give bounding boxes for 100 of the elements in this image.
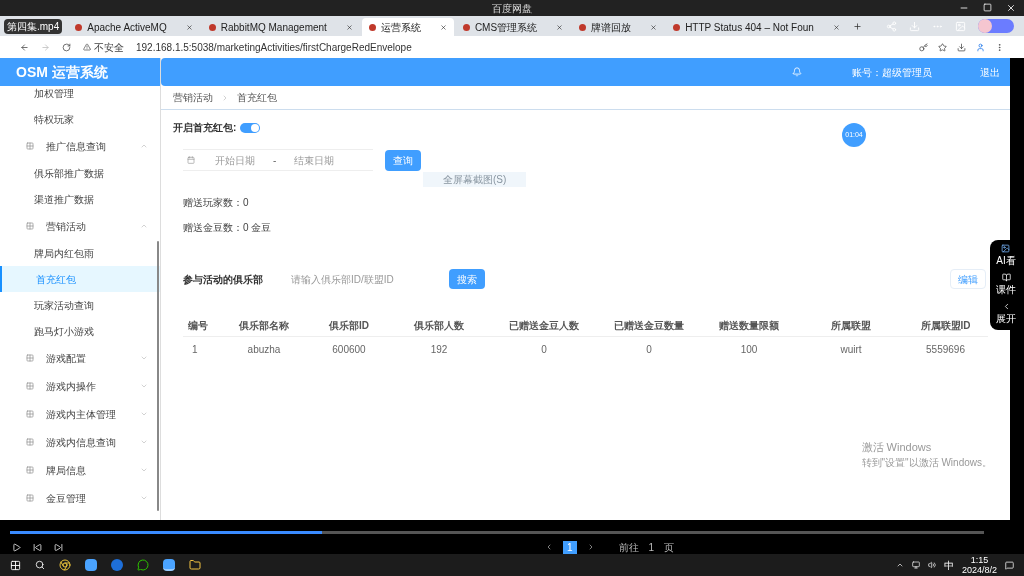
- chevron-icon: [140, 438, 148, 446]
- sidebar-group[interactable]: 游戏内操作: [0, 372, 160, 400]
- tab-close-icon[interactable]: [185, 23, 193, 31]
- notification-icon[interactable]: [1005, 560, 1014, 570]
- stat-text: 赠送玩家数：0: [183, 196, 250, 210]
- tab-close-icon[interactable]: [345, 23, 353, 31]
- browser-icon[interactable]: [59, 559, 71, 571]
- warning-icon: [83, 43, 91, 51]
- clock-date: 2024/8/2: [961, 565, 997, 575]
- previous-page-icon[interactable]: [545, 543, 553, 551]
- table-cell-text: 600600: [331, 342, 367, 357]
- sidebar-item[interactable]: 渠道推广数据: [0, 186, 160, 212]
- side-panel-button[interactable]: 课件: [996, 273, 1016, 297]
- chevron-icon: [140, 354, 148, 362]
- table-cell-text: 5559696: [925, 342, 966, 357]
- grid-icon: [26, 438, 34, 446]
- grid-icon: [26, 222, 34, 230]
- toggle-switch[interactable]: [240, 122, 261, 133]
- activation-notice-text: 转到"设置"以激活 Windows。: [861, 456, 992, 470]
- folder-icon[interactable]: [189, 559, 201, 571]
- reload-button[interactable]: [62, 42, 71, 52]
- tab-close-icon[interactable]: [832, 23, 840, 31]
- table-cell-text: 1: [191, 342, 199, 357]
- table-header-cell: 赠送数量限额: [699, 315, 799, 337]
- new-tab-button[interactable]: [852, 21, 862, 31]
- close-button[interactable]: [1006, 3, 1016, 13]
- sidebar-group[interactable]: 营销活动: [0, 212, 160, 240]
- stat-text: 赠送金豆数：0 金豆: [183, 221, 273, 235]
- address-bar[interactable]: 192.168.1.5:5038/marketingActivities/firstChargeRedEnvelope: [136, 39, 412, 55]
- tab-close-icon[interactable]: [556, 23, 564, 31]
- sidebar-group[interactable]: 游戏配置: [0, 344, 160, 372]
- sidebar-item[interactable]: 牌局内红包雨: [0, 240, 160, 266]
- app-icon[interactable]: [111, 559, 123, 571]
- volume-icon[interactable]: [927, 561, 936, 569]
- tray-expand-icon[interactable]: [895, 561, 904, 569]
- clock-time: 1:15: [970, 555, 989, 565]
- grid-icon: [26, 410, 34, 418]
- play-button[interactable]: [12, 542, 21, 552]
- table-cell-text: abuzha: [246, 342, 282, 357]
- book-icon: [1001, 273, 1011, 282]
- bookmark-star-icon[interactable]: [938, 42, 947, 52]
- download-icon[interactable]: [957, 42, 966, 52]
- cloud-app-icon[interactable]: [163, 559, 175, 571]
- tab-favicon-icon: [75, 23, 83, 31]
- ime-indicator[interactable]: 中: [943, 557, 954, 573]
- previous-button[interactable]: [33, 542, 42, 552]
- chat-app-icon[interactable]: [137, 559, 149, 571]
- table-cell-text: 192: [429, 342, 449, 357]
- search-field[interactable]: 请输入俱乐部ID/联盟ID: [283, 269, 445, 289]
- profile-icon[interactable]: [976, 42, 985, 52]
- sidebar-item[interactable]: 俱乐部推广数据: [0, 160, 160, 186]
- cloud-app-icon[interactable]: [85, 559, 97, 571]
- sidebar-item[interactable]: 加权管理: [0, 86, 160, 106]
- sidebar-group[interactable]: 推广信息查询: [0, 132, 160, 160]
- next-button[interactable]: [54, 542, 63, 552]
- tab-favicon-icon: [208, 23, 216, 31]
- avatar: [978, 19, 1014, 33]
- tab-favicon-icon: [579, 23, 587, 31]
- search-icon[interactable]: [35, 560, 45, 570]
- sidebar-item[interactable]: 特权玩家: [0, 106, 160, 132]
- grid-icon: [26, 466, 34, 474]
- sidebar-group[interactable]: 游戏内主体管理: [0, 400, 160, 428]
- sidebar-item[interactable]: 玩家活动查询: [0, 292, 160, 318]
- activation-notice-title: 激活 Windows: [861, 439, 933, 455]
- side-panel-button[interactable]: AI看: [996, 244, 1016, 269]
- table-header-cell: 已赠送金豆数量: [599, 315, 699, 337]
- table-cell-text: wuirt: [839, 342, 863, 357]
- maximize-button[interactable]: [983, 3, 992, 12]
- grid-icon: [26, 142, 34, 150]
- table-header-cell: 俱乐部ID: [309, 315, 389, 337]
- key-icon[interactable]: [919, 42, 928, 52]
- sidebar-group[interactable]: 游戏内信息查询: [0, 428, 160, 456]
- breadcrumb-item[interactable]: 首充红包: [237, 90, 277, 105]
- browser-tab[interactable]: 运营系统: [361, 18, 454, 36]
- breadcrumb-item[interactable]: 营销活动: [173, 90, 213, 105]
- table-cell-text: 0: [645, 342, 653, 357]
- grid-icon: [26, 382, 34, 390]
- chevron-icon: [140, 222, 148, 230]
- picture-icon: [1001, 244, 1011, 254]
- goto-page-field[interactable]: 1: [648, 539, 655, 555]
- table-header-cell: 俱乐部人数: [389, 315, 489, 337]
- tab-close-icon[interactable]: [439, 23, 447, 31]
- capture-tooltip: 全屏幕截图(S): [423, 172, 527, 187]
- sidebar-group[interactable]: 牌局信息: [0, 456, 160, 484]
- date-range-field[interactable]: 开始日期 - 结束日期: [183, 149, 373, 171]
- back-button[interactable]: [20, 42, 29, 52]
- menu-icon[interactable]: [995, 42, 1004, 52]
- network-icon[interactable]: [911, 561, 920, 569]
- sidebar-group[interactable]: 金豆管理: [0, 484, 160, 512]
- sidebar-item[interactable]: 跑马灯小游戏: [0, 318, 160, 344]
- start-menu-icon[interactable]: [10, 559, 21, 571]
- account-label: 账号：超级管理员: [852, 65, 932, 80]
- security-label: 不安全: [94, 40, 124, 55]
- side-panel-button[interactable]: 展开: [996, 301, 1016, 326]
- tab-favicon-icon: [673, 23, 681, 31]
- tab-favicon-icon: [462, 23, 470, 31]
- grid-icon: [26, 494, 34, 502]
- tab-close-icon[interactable]: [650, 23, 658, 31]
- page-unit: 页: [664, 540, 675, 555]
- grid-icon: [26, 354, 34, 362]
